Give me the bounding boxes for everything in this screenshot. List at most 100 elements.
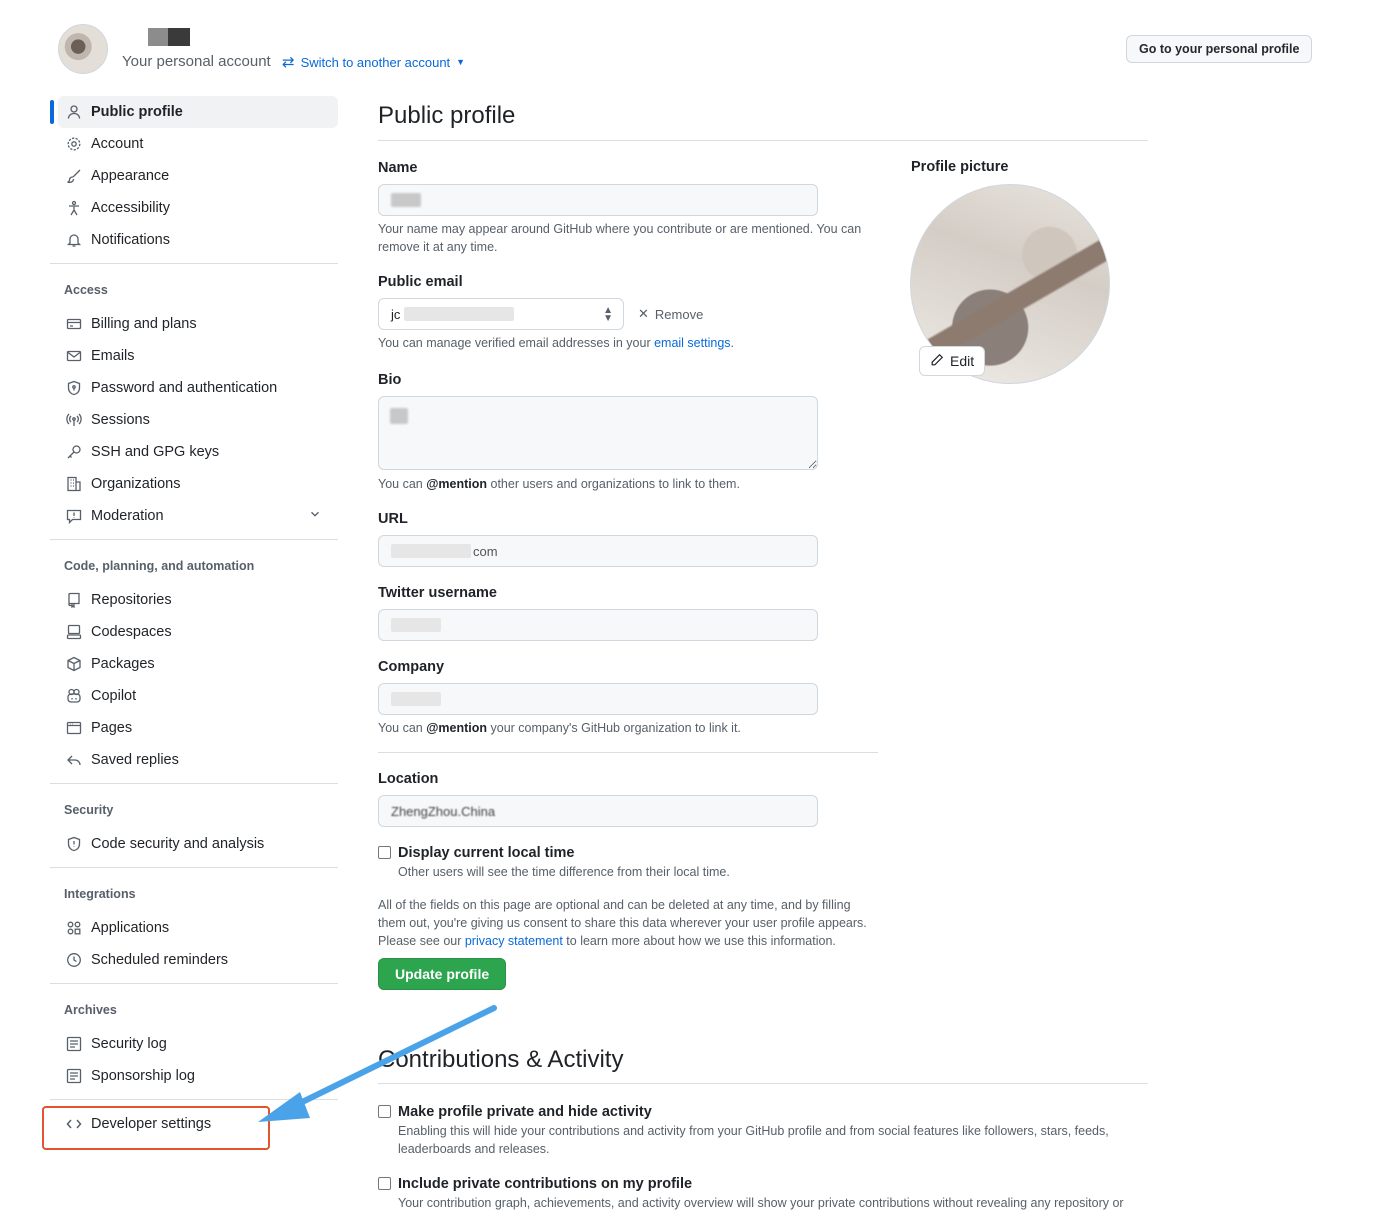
optional-fields-note: All of the fields on this page are optio… <box>378 896 898 950</box>
sidebar-item-account[interactable]: Account <box>50 128 340 160</box>
sidebar-item-emails[interactable]: Emails <box>50 340 340 372</box>
name-label: Name <box>378 160 418 176</box>
gear-icon <box>65 135 83 153</box>
repo-icon <box>65 591 83 609</box>
arrow-switch-icon: ⇄ <box>282 54 295 71</box>
sidebar-item-label: Account <box>91 136 144 152</box>
name-input[interactable] <box>378 184 818 216</box>
sidebar-item-sponsorship-log[interactable]: Sponsorship log <box>50 1060 340 1092</box>
person-icon <box>65 103 83 121</box>
update-profile-button[interactable]: Update profile <box>378 958 507 990</box>
private-profile-checkbox[interactable] <box>378 1105 391 1118</box>
sidebar-item-packages[interactable]: Packages <box>50 648 340 680</box>
private-note-line: Enabling this will hide your contributio… <box>398 1124 1109 1138</box>
optional-note-prefix: Please see our <box>378 934 465 948</box>
contributions-title: Contributions & Activity <box>378 1040 1148 1084</box>
sidebar-item-saved-replies[interactable]: Saved replies <box>50 744 340 776</box>
username-redacted <box>148 28 190 46</box>
sidebar-item-appearance[interactable]: Appearance <box>50 160 340 192</box>
sidebar-item-label: Scheduled reminders <box>91 952 229 968</box>
sidebar-item-pages[interactable]: Pages <box>50 712 340 744</box>
sidebar-item-public-profile[interactable]: Public profile <box>50 96 338 128</box>
edit-picture-button[interactable]: Edit <box>919 346 986 376</box>
sidebar-item-accessibility[interactable]: Accessibility <box>50 192 340 224</box>
redacted-value <box>391 193 421 207</box>
package-icon <box>65 655 83 673</box>
public-email-select[interactable]: jc ▲ ▼ <box>378 298 624 330</box>
sidebar-item-label: Sponsorship log <box>91 1068 195 1084</box>
settings-header: Your personal account ⇄ Switch to anothe… <box>0 0 1378 90</box>
sidebar-item-ssh-gpg[interactable]: SSH and GPG keys <box>50 436 340 468</box>
sidebar-item-label: Password and authentication <box>91 380 278 396</box>
privacy-statement-link[interactable]: privacy statement <box>465 934 563 948</box>
sidebar-item-moderation[interactable]: Moderation <box>50 500 340 532</box>
optional-note-line: All of the fields on this page are optio… <box>378 898 851 912</box>
sidebar-divider <box>50 1099 338 1100</box>
sidebar-item-label: Emails <box>91 348 135 364</box>
sidebar-item-billing[interactable]: Billing and plans <box>50 308 340 340</box>
sidebar-item-repositories[interactable]: Repositories <box>50 584 340 616</box>
sidebar-item-label: Codespaces <box>91 624 172 640</box>
sidebar-item-label: Applications <box>91 920 170 936</box>
company-input[interactable] <box>378 683 818 715</box>
email-note-suffix: . <box>730 336 735 350</box>
annotation-highlight-box <box>42 1106 270 1150</box>
clock-icon <box>65 951 83 969</box>
remove-label: Remove <box>654 306 704 322</box>
local-time-checkbox[interactable] <box>378 846 391 859</box>
sidebar-item-label: Appearance <box>91 168 170 184</box>
company-note-prefix: You can <box>378 721 427 735</box>
redacted-value <box>391 692 441 706</box>
credit-card-icon <box>65 315 83 333</box>
private-contributions-checkbox[interactable] <box>378 1177 391 1190</box>
sidebar-item-label: Billing and plans <box>91 316 197 332</box>
select-arrows-icon: ▲ ▼ <box>603 305 613 324</box>
sidebar-item-copilot[interactable]: Copilot <box>50 680 340 712</box>
sidebar-item-codespaces[interactable]: Codespaces <box>50 616 340 648</box>
browser-icon <box>65 719 83 737</box>
location-input[interactable]: ZhengZhou.China <box>378 795 818 827</box>
sidebar-item-notifications[interactable]: Notifications <box>50 224 340 256</box>
sidebar-heading-code: Code, planning, and automation <box>64 559 255 573</box>
settings-sidebar: Public profile Account Appearance Access… <box>50 96 340 1140</box>
log-icon <box>65 1067 83 1085</box>
switch-account-link[interactable]: ⇄ Switch to another account ▼ <box>282 53 465 71</box>
name-note: Your name may appear around GitHub where… <box>378 222 862 254</box>
email-note: You can manage verified email addresses … <box>378 334 734 352</box>
sidebar-heading-access: Access <box>64 283 108 297</box>
redacted-value <box>390 408 408 424</box>
bio-textarea[interactable] <box>378 396 818 470</box>
sidebar-item-sessions[interactable]: Sessions <box>50 404 340 436</box>
url-input[interactable]: com <box>378 535 818 567</box>
sidebar-item-code-security[interactable]: Code security and analysis <box>50 828 340 860</box>
location-label: Location <box>378 771 439 787</box>
mention-text: @mention <box>426 721 488 735</box>
bio-note-suffix: other users and organizations to link to… <box>487 477 740 491</box>
sidebar-item-label: Notifications <box>91 232 170 248</box>
twitter-input[interactable] <box>378 609 818 641</box>
sidebar-item-organizations[interactable]: Organizations <box>50 468 340 500</box>
sidebar-item-scheduled-reminders[interactable]: Scheduled reminders <box>50 944 340 976</box>
go-to-profile-button[interactable]: Go to your personal profile <box>1126 35 1313 63</box>
user-avatar[interactable] <box>58 24 108 74</box>
email-settings-link[interactable]: email settings <box>654 336 730 350</box>
apps-icon <box>65 919 83 937</box>
sidebar-divider <box>50 867 338 868</box>
shield-lock-icon <box>65 379 83 397</box>
personal-account-label: Your personal account <box>122 53 271 70</box>
sidebar-item-label: Security log <box>91 1036 167 1052</box>
bio-note: You can @mention other users and organiz… <box>378 475 740 493</box>
private-profile-label: Make profile private and hide activity <box>398 1104 652 1120</box>
chevron-down-icon[interactable] <box>308 507 322 525</box>
sidebar-item-security-log[interactable]: Security log <box>50 1028 340 1060</box>
sidebar-item-password-auth[interactable]: Password and authentication <box>50 372 340 404</box>
sidebar-item-applications[interactable]: Applications <box>50 912 340 944</box>
public-email-label: Public email <box>378 274 463 290</box>
shield-icon <box>65 835 83 853</box>
remove-email-button[interactable]: ✕ Remove <box>638 306 703 322</box>
sidebar-divider <box>50 263 338 264</box>
sidebar-divider <box>50 983 338 984</box>
redacted-value <box>404 307 515 321</box>
sidebar-heading-integrations: Integrations <box>64 887 136 901</box>
bell-icon <box>65 231 83 249</box>
